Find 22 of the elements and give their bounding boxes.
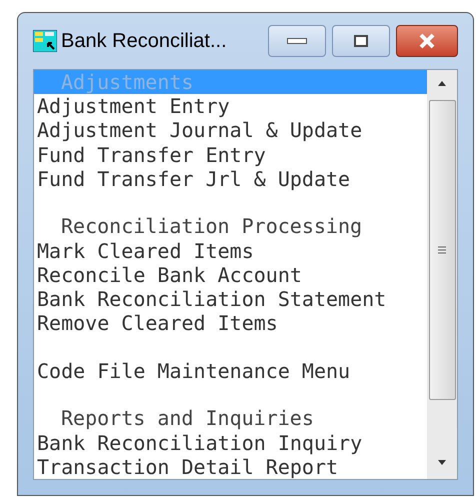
scroll-thumb[interactable]	[428, 100, 456, 400]
close-icon	[418, 33, 436, 49]
app-icon	[33, 30, 57, 52]
menu-item[interactable]: Transaction Detail Report	[34, 454, 427, 479]
menu-item[interactable]: Code File Maintenance Menu	[34, 358, 427, 383]
menu-item[interactable]: Remove Cleared Items	[34, 311, 427, 336]
menu-heading[interactable]: Reconciliation Processing	[34, 214, 427, 239]
menu-item[interactable]: Reconcile Bank Account	[34, 262, 427, 287]
menu-item[interactable]: Adjustment Journal & Update	[34, 118, 427, 143]
menu-item[interactable]: Mark Cleared Items	[34, 238, 427, 263]
window-title: Bank Reconciliat...	[61, 29, 227, 54]
menu-item[interactable]: Bank Reconciliation Statement	[34, 286, 427, 312]
menu-heading[interactable]: Reports and Inquiries	[34, 406, 427, 431]
menu-item[interactable]: Fund Transfer Entry	[34, 142, 427, 167]
close-button[interactable]	[396, 25, 458, 57]
scrollbar[interactable]	[427, 70, 457, 479]
minimize-button[interactable]	[268, 25, 326, 57]
maximize-button[interactable]	[332, 25, 390, 57]
menu-item[interactable]: Bank Reconciliation Inquiry	[34, 430, 427, 455]
grip-icon	[438, 246, 446, 254]
menu-item[interactable]: Adjustment Entry	[34, 94, 427, 118]
menu-item[interactable]: Fund Transfer Jrl & Update	[34, 166, 427, 191]
